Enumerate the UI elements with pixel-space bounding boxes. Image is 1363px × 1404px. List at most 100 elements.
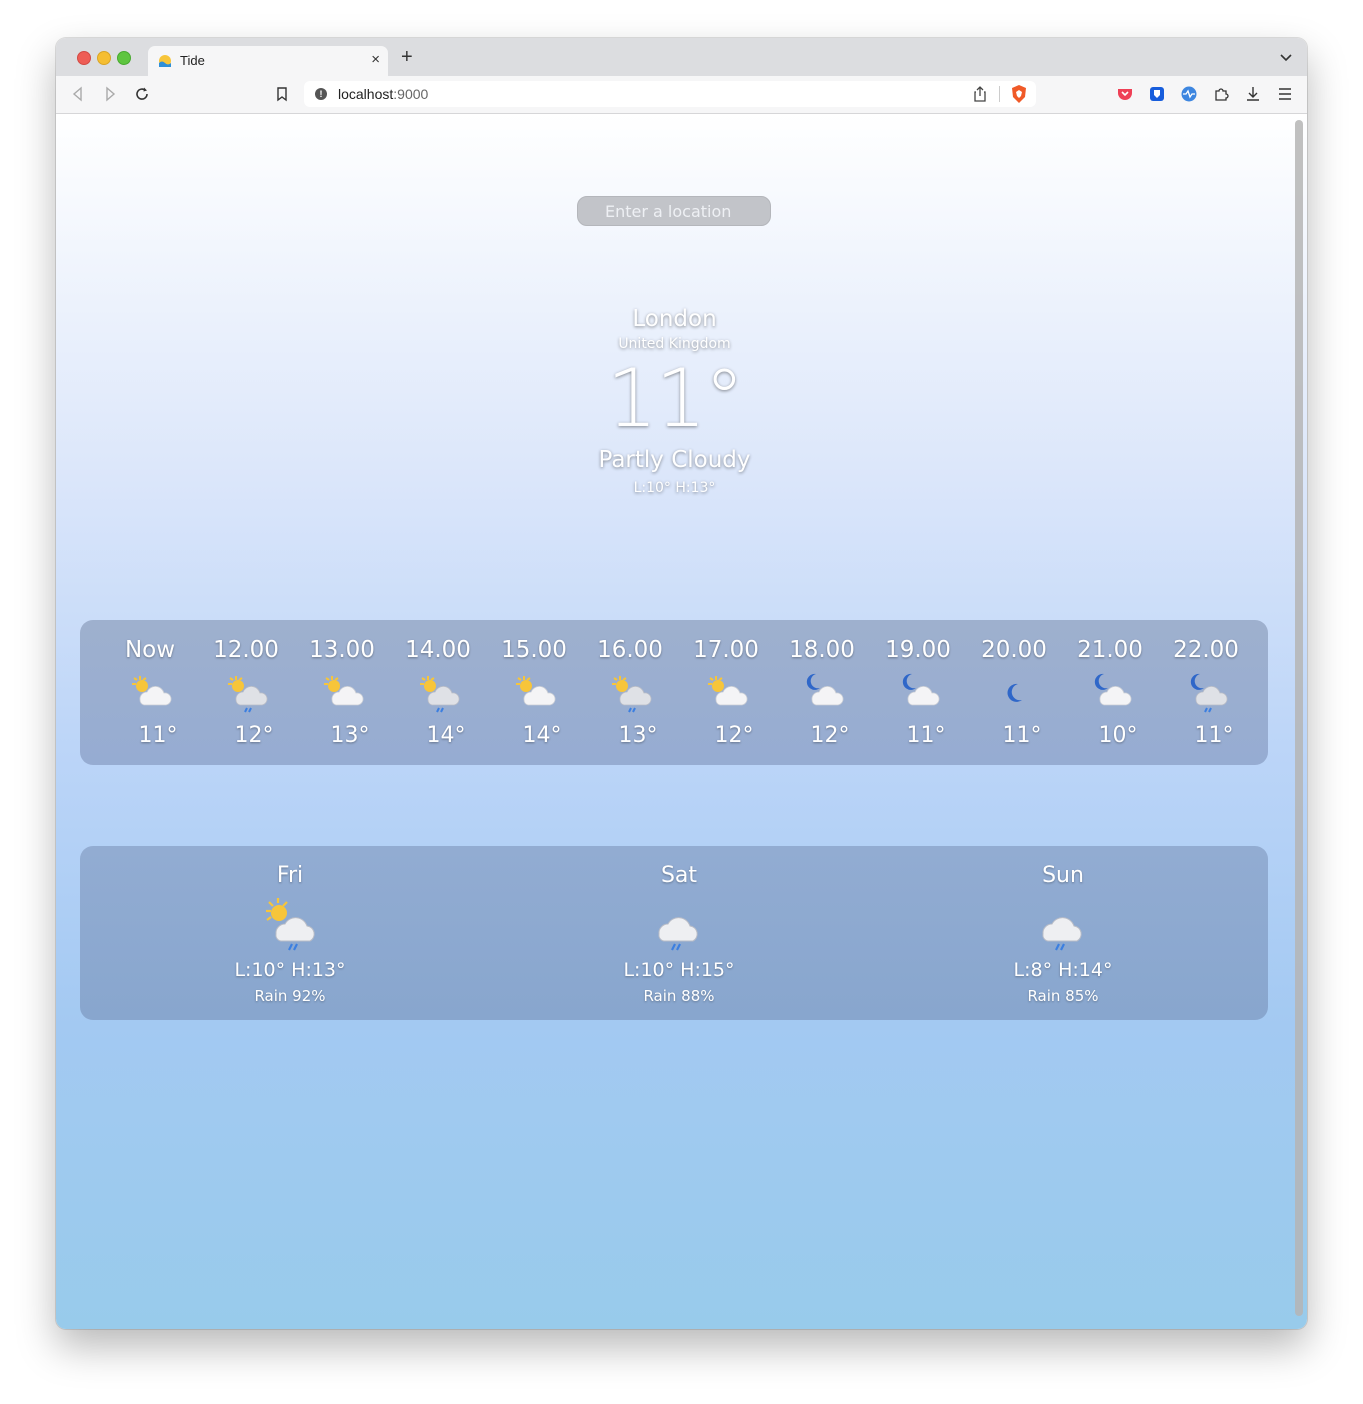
moon-cloud-rain-icon xyxy=(1190,673,1228,713)
hourly-item: 15.00 14° xyxy=(486,620,582,765)
sun-cloud-rain-icon xyxy=(266,898,315,951)
day-low-high: L:10° H:13° xyxy=(234,959,346,981)
minimize-window-button[interactable] xyxy=(97,51,111,65)
tab-close-icon[interactable]: × xyxy=(371,51,380,68)
hour-time: 20.00 xyxy=(981,637,1047,663)
page-scrollbar[interactable] xyxy=(1295,120,1303,1316)
hourly-forecast: Now 11° 12.00 12° 13.00 13° 14.00 14° 15… xyxy=(80,620,1268,765)
day-low-high: L:10° H:15° xyxy=(623,959,735,981)
maximize-window-button[interactable] xyxy=(117,51,131,65)
current-condition: Partly Cloudy xyxy=(598,447,751,473)
pocket-icon[interactable] xyxy=(1116,85,1134,103)
hourly-item: 12.00 12° xyxy=(198,620,294,765)
hourly-item: 16.00 13° xyxy=(582,620,678,765)
hour-time: 15.00 xyxy=(501,637,567,663)
hour-temperature: 11° xyxy=(1002,723,1042,748)
cloud-rain-icon xyxy=(1042,917,1082,951)
location-search-input[interactable] xyxy=(577,196,771,226)
hour-temperature: 14° xyxy=(522,723,562,748)
sun-cloud-icon xyxy=(324,676,364,706)
daily-item: Fri L:10° H:13° Rain 92% xyxy=(190,846,390,1020)
hour-temperature: 11° xyxy=(906,723,946,748)
hour-temperature: 13° xyxy=(618,723,658,748)
hour-temperature: 13° xyxy=(330,723,370,748)
hourly-item: 22.00 11° xyxy=(1158,620,1254,765)
current-low-high: L:10° H:13° xyxy=(633,480,716,496)
day-name: Sat xyxy=(660,863,698,888)
hour-time: 13.00 xyxy=(309,637,375,663)
sun-cloud-rain-icon xyxy=(420,676,460,713)
tide-favicon-icon xyxy=(159,55,171,67)
hour-temperature: 12° xyxy=(714,723,754,748)
hourly-item: 18.00 12° xyxy=(774,620,870,765)
bookmark-icon[interactable] xyxy=(273,85,291,103)
hour-time: Now xyxy=(124,637,176,663)
extensions-puzzle-icon[interactable] xyxy=(1212,85,1230,103)
bitwarden-icon[interactable] xyxy=(1148,85,1166,103)
hourly-item: 19.00 11° xyxy=(870,620,966,765)
day-name: Sun xyxy=(1042,863,1084,888)
back-icon[interactable] xyxy=(69,85,87,103)
url-text[interactable]: localhost:9000 xyxy=(338,86,428,102)
day-low-high: L:8° H:14° xyxy=(1013,959,1113,981)
sun-cloud-rain-icon xyxy=(612,676,652,713)
brave-shield-icon[interactable] xyxy=(1010,84,1028,104)
menu-icon[interactable] xyxy=(1276,85,1294,103)
forward-icon[interactable] xyxy=(101,85,119,103)
current-country: United Kingdom xyxy=(618,336,731,352)
daily-item: Sun L:8° H:14° Rain 85% xyxy=(963,846,1163,1020)
hour-temperature: 12° xyxy=(234,723,274,748)
current-temperature: 11° xyxy=(606,352,745,445)
browser-window: Tide × + ! localhost:9000 Enter a locati… xyxy=(56,38,1307,1329)
extension-pulse-icon[interactable] xyxy=(1180,85,1198,103)
hour-time: 18.00 xyxy=(789,637,855,663)
browser-tab[interactable]: Tide × xyxy=(148,46,388,76)
hour-temperature: 11° xyxy=(1194,723,1234,748)
daily-item: Sat L:10° H:15° Rain 88% xyxy=(579,846,779,1020)
current-city: London xyxy=(632,306,717,332)
browser-toolbar: ! localhost:9000 xyxy=(56,76,1307,114)
moon-icon xyxy=(1007,683,1022,702)
hour-temperature: 14° xyxy=(426,723,466,748)
chevron-down-icon[interactable] xyxy=(1279,50,1293,64)
hourly-item: 13.00 13° xyxy=(294,620,390,765)
hour-temperature: 11° xyxy=(138,723,178,748)
url-divider xyxy=(999,86,1000,102)
download-icon[interactable] xyxy=(1244,85,1262,103)
hourly-item: Now 11° xyxy=(102,620,198,765)
hour-time: 19.00 xyxy=(885,637,951,663)
hourly-item: 21.00 10° xyxy=(1062,620,1158,765)
close-window-button[interactable] xyxy=(77,51,91,65)
sun-cloud-rain-icon xyxy=(228,676,268,713)
tab-title: Tide xyxy=(180,53,205,68)
hour-time: 12.00 xyxy=(213,637,279,663)
day-name: Fri xyxy=(276,863,304,888)
day-rain-chance: Rain 85% xyxy=(1027,987,1099,1005)
share-icon[interactable] xyxy=(972,85,988,103)
hourly-item: 17.00 12° xyxy=(678,620,774,765)
day-rain-chance: Rain 92% xyxy=(254,987,326,1005)
hour-time: 22.00 xyxy=(1173,637,1239,663)
weather-app: London United Kingdom 11° Partly Cloudy … xyxy=(56,114,1307,1329)
sun-cloud-icon xyxy=(516,676,556,706)
reload-icon[interactable] xyxy=(133,85,151,103)
hourly-item: 14.00 14° xyxy=(390,620,486,765)
daily-forecast: Fri L:10° H:13° Rain 92% Sat L:10° H:15°… xyxy=(80,846,1268,1020)
site-info-icon[interactable]: ! xyxy=(315,88,327,100)
moon-cloud-icon xyxy=(806,673,844,706)
sun-cloud-icon xyxy=(708,676,748,706)
moon-cloud-icon xyxy=(1094,673,1132,706)
hour-time: 17.00 xyxy=(693,637,759,663)
day-rain-chance: Rain 88% xyxy=(643,987,715,1005)
hour-time: 16.00 xyxy=(597,637,663,663)
cloud-rain-icon xyxy=(658,917,698,951)
hour-time: 14.00 xyxy=(405,637,471,663)
hourly-item: 20.00 11° xyxy=(966,620,1062,765)
new-tab-button[interactable]: + xyxy=(401,47,413,67)
hour-temperature: 12° xyxy=(810,723,850,748)
address-bar[interactable]: ! localhost:9000 xyxy=(304,81,1036,107)
hour-temperature: 10° xyxy=(1098,723,1138,748)
tab-bar: Tide × + xyxy=(56,38,1307,76)
sun-cloud-icon xyxy=(132,676,172,706)
moon-cloud-icon xyxy=(902,673,940,706)
